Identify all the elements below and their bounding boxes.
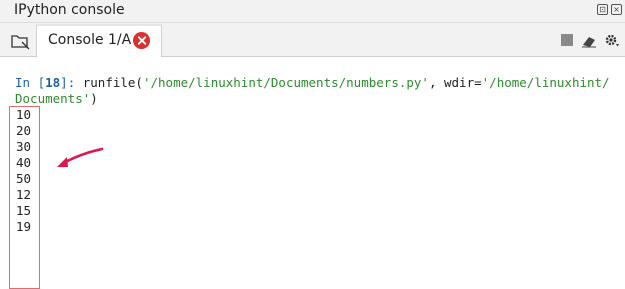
stop-icon[interactable] — [561, 34, 573, 46]
output-line: 20 — [16, 123, 32, 138]
close-pane-icon[interactable]: × — [611, 4, 622, 15]
output-line: 50 — [16, 171, 32, 186]
command-close: ) — [90, 91, 98, 106]
prompt-prefix: In [ — [15, 75, 46, 90]
console-tabbar: Console 1/A — [0, 23, 625, 57]
command-sep: , wdir= — [428, 75, 482, 90]
tab-console-1a[interactable]: Console 1/A — [36, 24, 162, 57]
undock-icon[interactable]: ⊡ — [597, 4, 608, 15]
command-line-2: Documents') — [15, 91, 98, 106]
command-func: runfile( — [82, 75, 143, 90]
close-tab-icon[interactable] — [133, 32, 150, 49]
output-line: 30 — [16, 139, 32, 154]
prompt-number: 18 — [45, 75, 61, 90]
output-line: 19 — [16, 219, 32, 234]
red-arrow-annotation — [57, 147, 104, 167]
output-line: 12 — [16, 187, 32, 202]
folder-browse-icon[interactable] — [10, 32, 30, 50]
output-line: 40 — [16, 155, 32, 170]
tab-label: Console 1/A — [48, 32, 132, 48]
command-line-1: In [18]: runfile('/home/linuxhint/Docume… — [15, 75, 610, 90]
pane-header: IPython console ⊡ × — [0, 0, 625, 23]
output-line: 10 — [16, 107, 32, 122]
pane-title: IPython console — [14, 2, 125, 18]
eraser-icon[interactable] — [581, 34, 597, 48]
prompt-suffix: ]: — [60, 75, 83, 90]
gear-icon[interactable] — [604, 32, 620, 48]
output-line: 15 — [16, 203, 32, 218]
command-path: '/home/linuxhint/Documents/numbers.py' — [142, 75, 429, 90]
command-wdir-part1: '/home/linuxhint/ — [481, 75, 610, 90]
command-wdir-part2: Documents' — [15, 91, 91, 106]
